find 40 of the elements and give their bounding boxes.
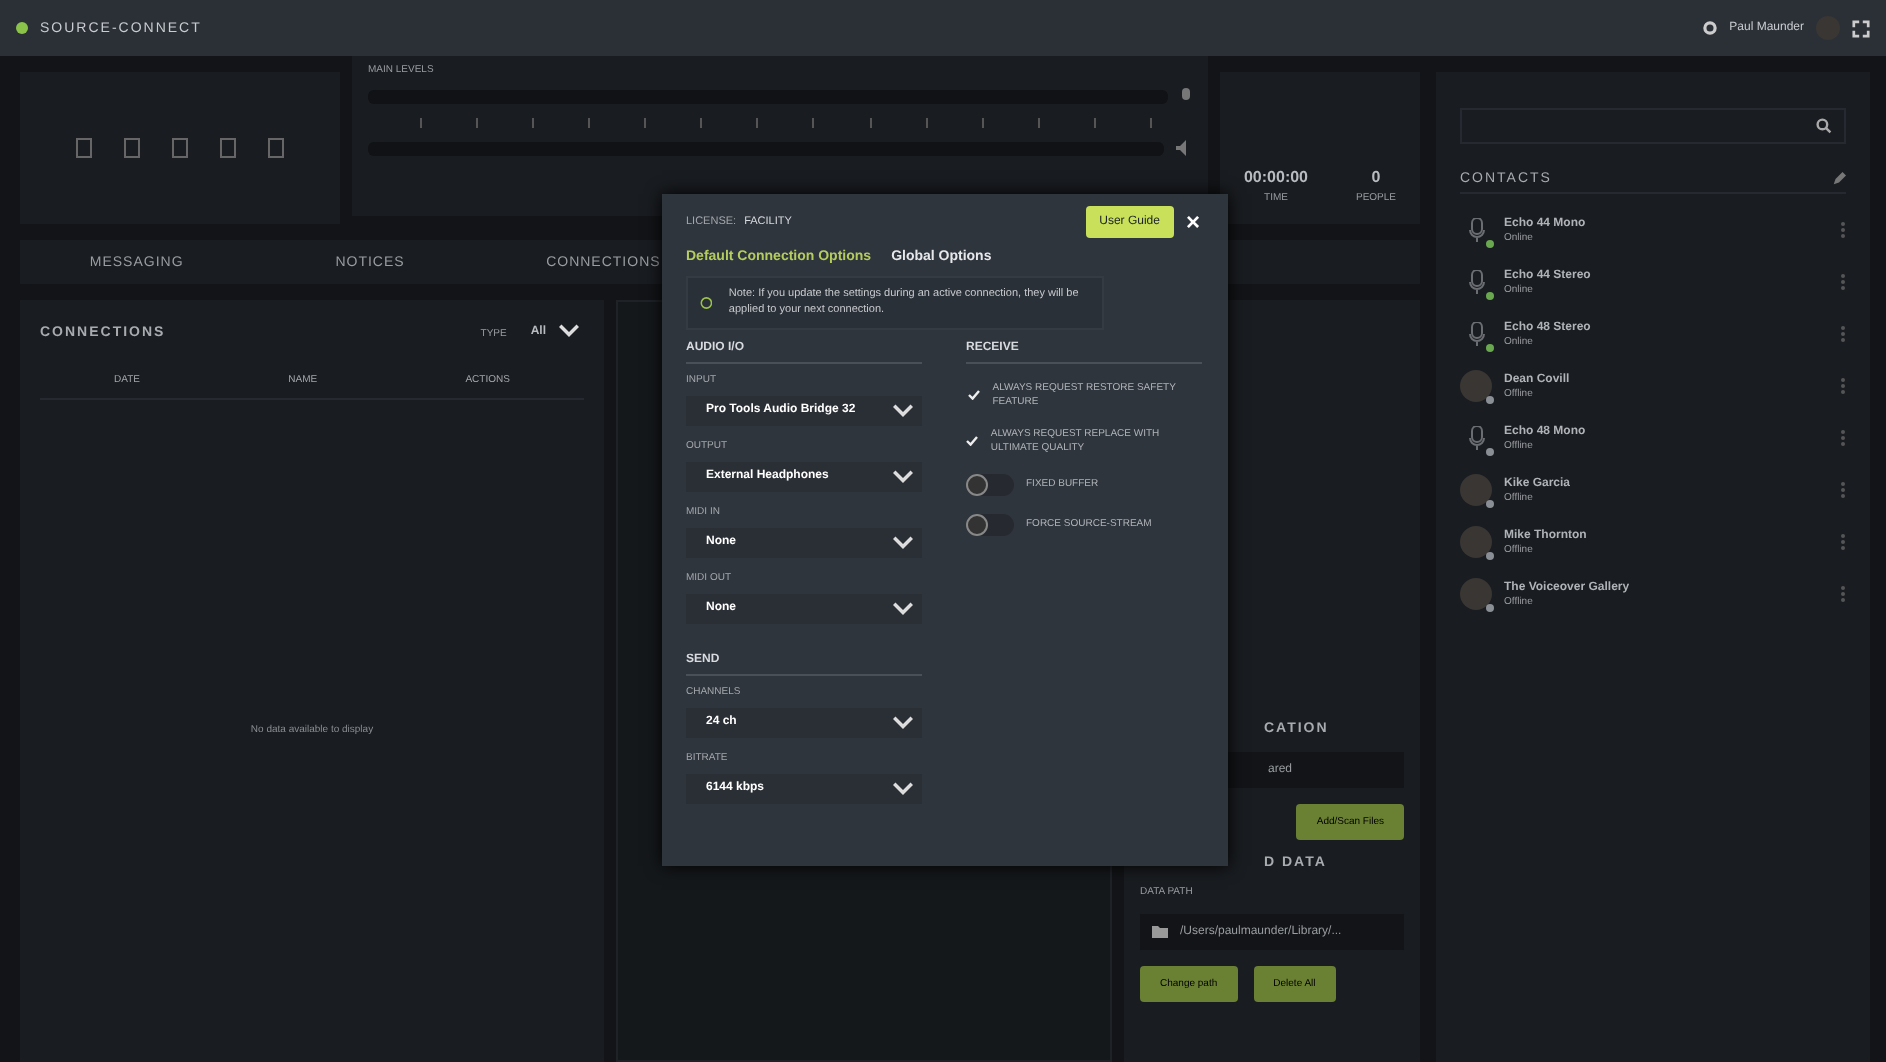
more-icon[interactable]: [1840, 326, 1846, 342]
file-icon[interactable]: [172, 138, 188, 158]
search-field[interactable]: [1460, 108, 1846, 144]
folder-icon: [1152, 926, 1168, 938]
search-icon: [1816, 118, 1832, 134]
more-icon[interactable]: [1840, 378, 1846, 394]
chevron-down-icon: [892, 601, 914, 615]
file-icon[interactable]: [76, 138, 92, 158]
checkbox[interactable]: [966, 390, 981, 400]
microphone-icon: [1467, 270, 1485, 294]
more-icon[interactable]: [1840, 430, 1846, 446]
stat-value: 0: [1371, 168, 1381, 186]
file-icon[interactable]: [124, 138, 140, 158]
more-icon[interactable]: [1840, 586, 1846, 602]
fullscreen-icon[interactable]: [1852, 19, 1870, 37]
stat-value: 00:00:00: [1243, 168, 1309, 186]
more-icon[interactable]: [1840, 222, 1846, 238]
chevron-down-icon: [892, 403, 914, 417]
status-dot-icon: [16, 22, 28, 34]
chevron-down-icon: [892, 469, 914, 483]
chevron-down-icon: [892, 781, 914, 795]
checkbox[interactable]: [966, 436, 979, 446]
microphone-icon: [1467, 218, 1485, 242]
file-icon[interactable]: [220, 138, 236, 158]
speaker-icon: [1176, 140, 1192, 156]
chevron-down-icon: [892, 535, 914, 549]
microphone-icon: [1467, 426, 1485, 450]
toggle-switch[interactable]: [966, 513, 1014, 535]
microphone-icon: [1467, 322, 1485, 346]
pencil-icon[interactable]: [1832, 172, 1846, 186]
more-icon[interactable]: [1840, 534, 1846, 550]
file-icon[interactable]: [268, 138, 284, 158]
close-button[interactable]: ×: [1181, 208, 1204, 236]
more-icon[interactable]: [1840, 274, 1846, 290]
chevron-down-icon: [558, 324, 580, 338]
circle-icon: [700, 293, 713, 312]
microphone-icon: [1180, 88, 1192, 106]
chevron-down-icon: [892, 715, 914, 729]
more-icon[interactable]: [1840, 482, 1846, 498]
toggle-switch[interactable]: [966, 473, 1014, 495]
